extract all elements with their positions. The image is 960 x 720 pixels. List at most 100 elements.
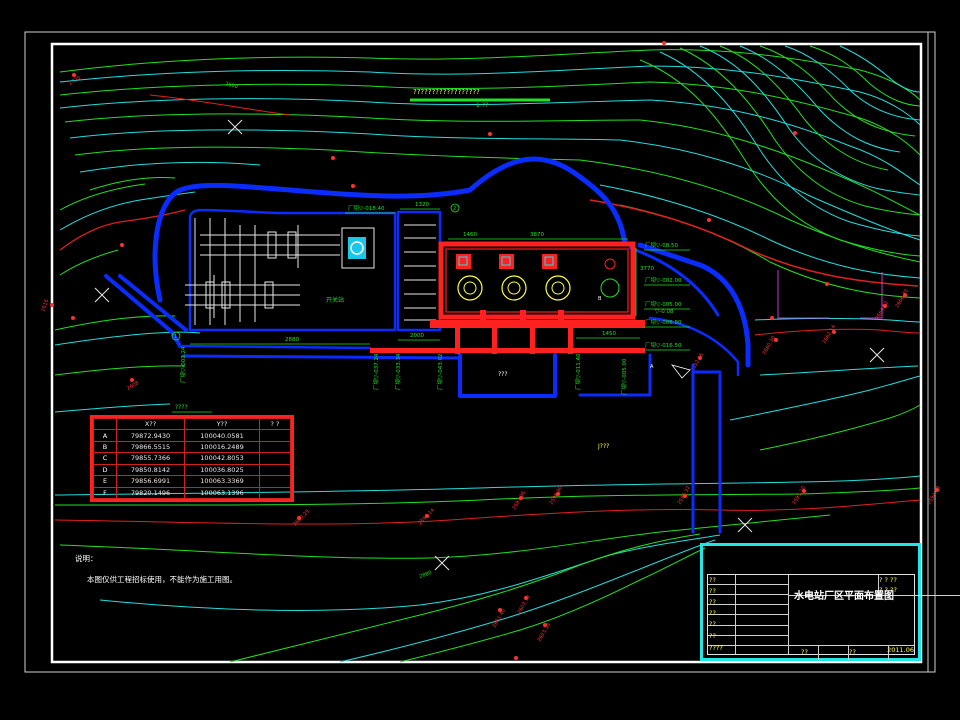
stair-block [404, 224, 436, 321]
title-bar-annotation: ?????????????????? 1:?? [410, 88, 550, 109]
coord-y: 100040.0581 [184, 429, 260, 442]
svg-text:2660.30: 2660.30 [762, 335, 778, 356]
title-bar-text: ?????????????????? [413, 88, 480, 96]
tb-label-4: ?? [709, 609, 716, 617]
axis-1: 1 [174, 334, 177, 340]
level-ground: ▽-0.08 [655, 309, 674, 315]
level-right-3: 厂坝▽-005.00 [645, 300, 682, 308]
level-v-6: 厂坝▽-005.00 [620, 358, 628, 395]
svg-text:2594.28: 2594.28 [927, 485, 943, 506]
svg-text:2720: 2720 [68, 75, 82, 87]
svg-text:2662.14: 2662.14 [822, 324, 838, 345]
table-row: A 79872.9430 100040.0581 [93, 429, 291, 442]
small-a: A [650, 364, 654, 370]
table-row: F 79820.1496 100063.1396 [93, 486, 291, 500]
coord-x: 79866.5515 [115, 440, 186, 454]
level-v-2: 厂坝▽-037.24 [372, 353, 380, 390]
coord-x: 79872.9430 [115, 429, 186, 442]
coord-y: 100016.2489 [184, 440, 260, 454]
coord-x: 79850.8142 [115, 463, 186, 477]
drawing-notes: 说明： 本图仅供工程招标使用，不能作为施工用图。 [75, 553, 237, 585]
small-b: B [598, 296, 602, 302]
level-right-5: 厂坝▽-016.50 [645, 341, 682, 349]
svg-text:2598.14: 2598.14 [417, 508, 436, 527]
switchyard-equipment [185, 218, 375, 325]
coord-point: A [93, 429, 117, 442]
level-v-3: 厂坝▽-033.34 [394, 353, 402, 390]
coordinate-table: X?? Y?? ? ? A 79872.9430 100040.0581 B 7… [90, 415, 294, 502]
transformer [348, 237, 366, 259]
tb-label-3: ?? [709, 598, 716, 606]
coord-point: B [93, 440, 117, 454]
dim-c: 1320 [415, 202, 429, 208]
tb-label-10: ? ? ?? [879, 576, 897, 584]
level-right-2: 厂坝▽-002.00 [645, 276, 682, 284]
dim-b: 3870 [530, 232, 544, 238]
svg-text:2608: 2608 [126, 380, 140, 392]
notes-line-1: 本图仅供工程招标使用，不能作为施工用图。 [87, 575, 237, 584]
notes-heading: 说明： [75, 554, 98, 563]
svg-text:2616: 2616 [40, 299, 50, 313]
magenta-leaders [777, 270, 883, 319]
coord-point: C [93, 452, 117, 465]
coord-x: 79855.7366 [115, 452, 186, 465]
switchyard-label: 开关站 [326, 296, 344, 304]
tb-label-2: ?? [709, 587, 716, 595]
svg-text:2595.10: 2595.10 [792, 485, 808, 506]
table-row: B 79866.5515 100016.2489 [93, 440, 291, 454]
svg-text:2597.36: 2597.36 [512, 490, 528, 511]
drawing-title: 水电站厂区平面布置图 [794, 591, 894, 602]
coord-y: 100036.8025 [184, 463, 260, 477]
coord-table-header: X?? Y?? ? ? [93, 417, 291, 431]
tb-label-9: ?? [849, 648, 856, 656]
tb-label-7: ???? [709, 644, 723, 652]
level-top-left: 厂坝▽-018.40 [348, 204, 385, 212]
svg-text:2666.70: 2666.70 [895, 288, 911, 309]
svg-text:2596.80: 2596.80 [549, 485, 565, 506]
drawing-date: 2011.06 [887, 646, 914, 654]
level-v-4: 厂坝▽-043.02 [436, 354, 444, 390]
coord-header-0 [93, 417, 117, 431]
title-block: ?? ?? ?? ?? ?? ?? ???? ?? ?? ? ? ?? ? ? … [700, 543, 960, 661]
table-caption: ???? [175, 404, 188, 411]
table-row: D 79850.8142 100036.8025 [93, 463, 291, 477]
contour-tag-2: 2880 [419, 570, 433, 580]
svg-text:2596.32: 2596.32 [677, 485, 693, 506]
coord-x: 79820.1496 [115, 486, 186, 500]
coord-point: F [93, 486, 117, 500]
level-right-1: 厂坝▽-08.50 [645, 241, 678, 249]
dim-a: 2880 [285, 337, 299, 343]
tb-label-6: ?? [709, 632, 716, 640]
svg-text:2600.25: 2600.25 [292, 509, 311, 528]
level-right-4: 厂坝▽-008.80 [645, 318, 682, 326]
tb-label-5: ?? [709, 620, 716, 628]
coord-note [259, 452, 291, 465]
dim-g: 1460 [463, 232, 477, 238]
point-j-label: J??? [597, 443, 609, 450]
coord-y: 100042.8053 [184, 452, 260, 465]
pit-label: ??? [498, 371, 508, 378]
coord-note [259, 475, 291, 488]
title-bar-sub: 1:?? [476, 102, 488, 109]
coord-x: 79856.6991 [115, 475, 186, 488]
table-row: C 79855.7366 100042.8053 [93, 452, 291, 465]
dim-e: 3770 [640, 266, 654, 272]
coord-note [259, 429, 291, 442]
coord-header-x: X?? [115, 417, 186, 431]
tb-label-1: ?? [709, 576, 716, 584]
axis-2: 2 [453, 206, 456, 212]
svg-text:2603.18: 2603.18 [537, 622, 553, 643]
level-labels: 厂坝▽-018.40 厂坝▽-08.50 厂坝▽-002.00 厂坝▽-005.… [179, 204, 690, 395]
coord-y: 100063.1396 [184, 486, 260, 500]
coord-point: D [93, 463, 117, 477]
dim-f: 2000 [410, 333, 424, 339]
table-row: E 79856.6991 100063.3369 [93, 475, 291, 488]
dim-d: 1450 [602, 331, 616, 337]
level-v-5: 厂坝▽-011.40 [574, 353, 582, 390]
contour-tag-1: 2600 [224, 81, 238, 90]
coord-note [259, 463, 291, 477]
tb-label-8: ?? [801, 648, 808, 656]
coord-header-y: Y?? [184, 417, 260, 431]
coord-header-note: ? ? [259, 417, 291, 431]
coord-y: 100063.3369 [184, 475, 260, 488]
